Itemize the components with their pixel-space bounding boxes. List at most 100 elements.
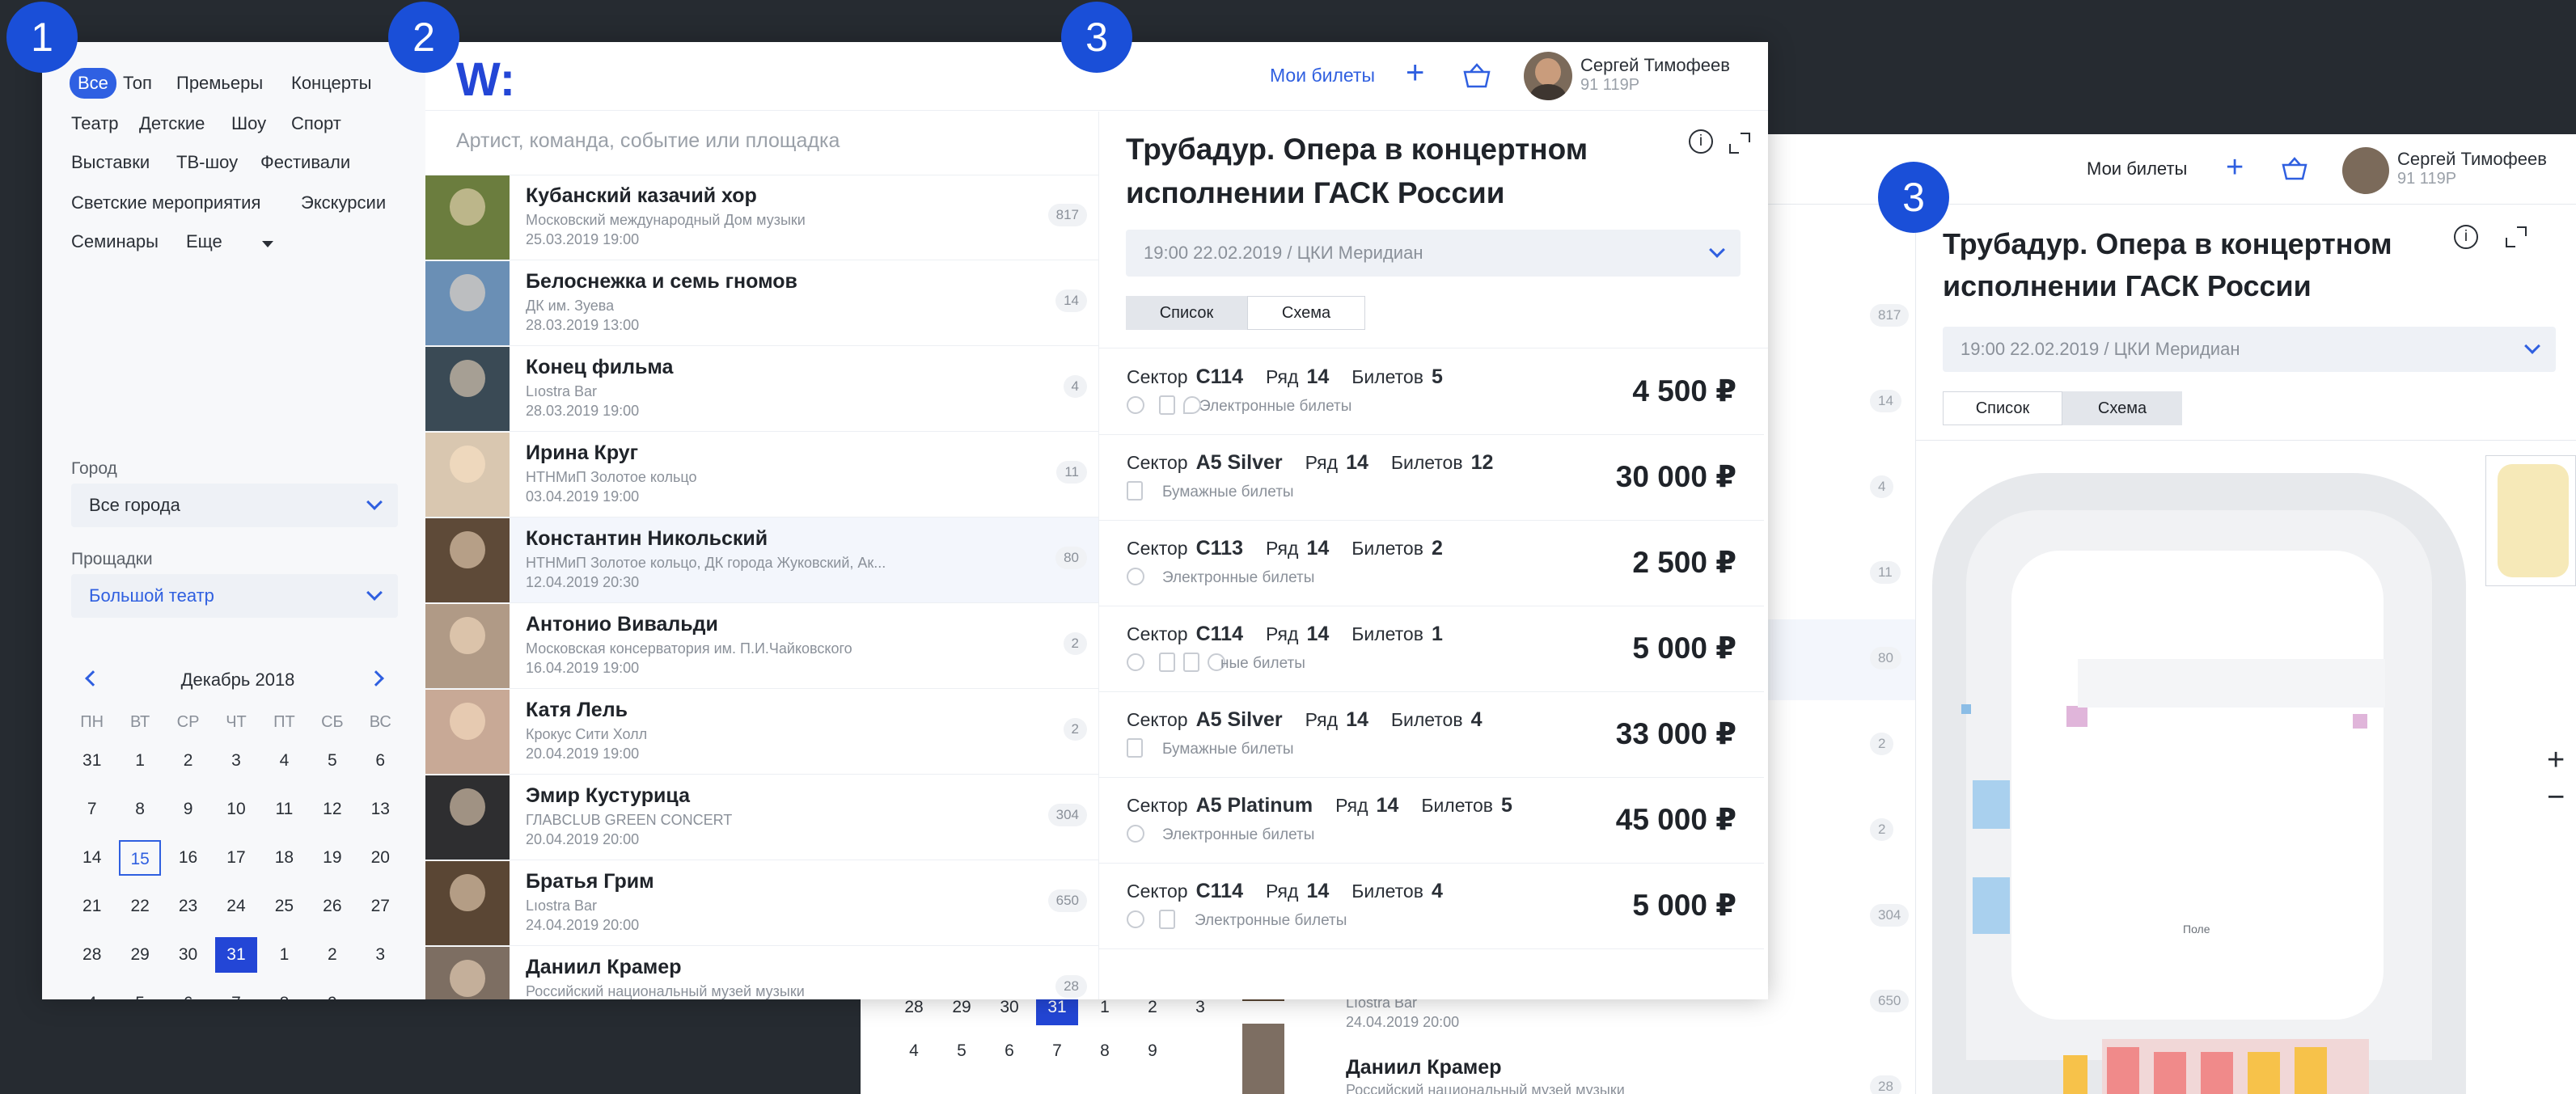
calendar-day[interactable]: 6 <box>988 1033 1030 1069</box>
calendar-day[interactable]: 31 <box>71 743 113 779</box>
event-list-item[interactable]: Константин Никольский НТНМиП Золотое коль… <box>425 517 1098 603</box>
event-list-item[interactable]: Катя Лель Крокус Сити Холл 20.04.2019 19:0… <box>425 689 1098 775</box>
category-3[interactable]: Концерты <box>291 73 371 94</box>
calendar-day[interactable]: 18 <box>263 840 305 876</box>
event-list-item[interactable]: Конец фильма Lıostra Bar 28.03.2019 19:00 4 <box>425 346 1098 432</box>
calendar-day[interactable]: 5 <box>119 986 161 999</box>
calendar-day[interactable]: 8 <box>263 986 305 999</box>
calendar-day[interactable]: 1 <box>263 937 305 973</box>
city-select[interactable]: Все города <box>71 484 398 527</box>
category-0[interactable]: Все <box>70 68 116 99</box>
calendar-day[interactable]: 17 <box>215 840 257 876</box>
category-5[interactable]: Детские <box>139 113 205 134</box>
calendar-day[interactable]: 22 <box>119 889 161 924</box>
category-6[interactable]: Шоу <box>231 113 266 134</box>
session-select[interactable]: 19:00 22.02.2019 / ЦКИ Меридиан <box>1943 327 2556 372</box>
calendar-day[interactable]: 27 <box>359 889 401 924</box>
category-1[interactable]: Топ <box>123 73 152 94</box>
tab-scheme[interactable]: Схема <box>2062 391 2182 425</box>
calendar-day[interactable]: 9 <box>167 792 209 827</box>
add-icon[interactable]: + <box>2226 152 2244 183</box>
my-tickets-link[interactable]: Мои билеты <box>1270 65 1375 87</box>
ticket-offer-row[interactable]: Сектор C114 Ряд 14 Билетов 5 Электронные билет… <box>1099 349 1764 435</box>
calendar-day[interactable]: 11 <box>263 792 305 827</box>
calendar-day[interactable]: 4 <box>71 986 113 999</box>
category-13[interactable]: Семинары <box>71 231 159 252</box>
calendar-day[interactable]: 4 <box>893 1033 935 1069</box>
tab-scheme[interactable]: Схема <box>1247 296 1365 330</box>
ticket-offer-row[interactable]: Сектор C113 Ряд 14 Билетов 2 Электронные билет… <box>1099 521 1764 606</box>
calendar-day[interactable]: 14 <box>71 840 113 876</box>
calendar-day[interactable]: 13 <box>359 792 401 827</box>
calendar-day[interactable]: 4 <box>263 743 305 779</box>
search-input[interactable]: Артист, команда, событие или площадка <box>456 129 840 153</box>
tab-list[interactable]: Список <box>1943 391 2062 425</box>
category-8[interactable]: Выставки <box>71 152 150 173</box>
category-9[interactable]: ТВ-шоу <box>176 152 238 173</box>
event-list-item[interactable]: Белоснежка и семь гномов ДК им. Зуева 28.0… <box>425 260 1098 346</box>
calendar-day[interactable]: 15 <box>119 840 162 876</box>
calendar-day[interactable]: 25 <box>263 889 305 924</box>
calendar-day[interactable]: 3 <box>359 937 401 973</box>
expand-icon[interactable] <box>1729 133 1750 154</box>
ticket-offer-row[interactable]: Сектор A5 Silver Ряд 14 Билетов 12 Бумажные би… <box>1099 435 1764 521</box>
calendar-day[interactable]: 2 <box>311 937 353 973</box>
next-month-icon[interactable] <box>368 670 384 686</box>
info-icon[interactable]: i <box>1689 129 1713 154</box>
category-4[interactable]: Театр <box>71 113 119 134</box>
cart-icon[interactable] <box>1462 63 1491 89</box>
expand-icon[interactable] <box>2506 226 2527 247</box>
calendar-day[interactable]: 9 <box>1131 1033 1174 1069</box>
calendar-day[interactable]: 31 <box>214 937 257 973</box>
prev-month-icon[interactable] <box>85 670 101 686</box>
calendar-day[interactable]: 26 <box>311 889 353 924</box>
calendar-day[interactable]: 29 <box>119 937 161 973</box>
calendar-day[interactable]: 7 <box>71 792 113 827</box>
calendar-day[interactable]: 12 <box>311 792 353 827</box>
session-select[interactable]: 19:00 22.02.2019 / ЦКИ Меридиан <box>1126 230 1741 277</box>
avatar[interactable] <box>1524 52 1572 100</box>
calendar-day[interactable]: 5 <box>941 1033 983 1069</box>
calendar-day[interactable]: 2 <box>167 743 209 779</box>
calendar-day[interactable]: 8 <box>1084 1033 1126 1069</box>
event-list-item[interactable]: Антонио Вивальди Московская консерватория… <box>425 603 1098 689</box>
info-icon[interactable]: i <box>2454 225 2478 249</box>
venue-select[interactable]: Большой театр <box>71 574 398 618</box>
add-icon[interactable]: + <box>1406 57 1424 89</box>
calendar-day[interactable]: 8 <box>119 792 161 827</box>
category-12[interactable]: Экскурсии <box>301 192 386 213</box>
my-tickets-link[interactable]: Мои билеты <box>2087 158 2187 180</box>
logo[interactable]: W: <box>456 55 521 103</box>
event-list-item[interactable]: Эмир Кустурица ГЛАВCLUB GREEN CONCERT 20.0… <box>425 775 1098 860</box>
calendar-day[interactable]: 3 <box>215 743 257 779</box>
calendar-day[interactable]: 20 <box>359 840 401 876</box>
category-2[interactable]: Премьеры <box>176 73 263 94</box>
category-10[interactable]: Фестивали <box>260 152 350 173</box>
zoom-out-icon[interactable]: − <box>2547 780 2565 815</box>
calendar-day[interactable] <box>359 986 401 999</box>
calendar-day[interactable]: 16 <box>167 840 209 876</box>
event-list-item[interactable]: Кубанский казачий хор Московский междунар… <box>425 175 1098 260</box>
minimap[interactable] <box>2485 455 2576 586</box>
calendar-day[interactable]: 19 <box>311 840 353 876</box>
calendar-day[interactable]: 30 <box>167 937 209 973</box>
calendar-day[interactable]: 6 <box>167 986 209 999</box>
calendar-day[interactable]: 6 <box>359 743 401 779</box>
ticket-offer-row[interactable]: Сектор C114 Ряд 14 Билетов 1 ные билеты 5 000 ₽ <box>1099 606 1764 692</box>
event-list-item[interactable]: Ирина Круг НТНМиП Золотое кольцо 03.04.201… <box>425 432 1098 517</box>
event-list-item[interactable]: Даниил Крамер Российский национальный муз… <box>425 946 1098 999</box>
calendar-day[interactable]: 10 <box>215 792 257 827</box>
category-14[interactable]: Еще <box>186 231 222 252</box>
cart-icon[interactable] <box>2281 157 2308 181</box>
category-11[interactable]: Светские мероприятия <box>71 192 260 213</box>
calendar-day[interactable]: 7 <box>1036 1033 1078 1069</box>
calendar-day[interactable]: 21 <box>71 889 113 924</box>
stadium-scheme[interactable]: Поле + − <box>1916 441 2576 1094</box>
ticket-offer-row[interactable]: Сектор C114 Ряд 14 Билетов 4 Электронные билет… <box>1099 864 1764 949</box>
calendar-day[interactable]: 23 <box>167 889 209 924</box>
calendar-day[interactable]: 28 <box>71 937 113 973</box>
calendar-day[interactable]: 24 <box>215 889 257 924</box>
calendar-day[interactable]: 1 <box>119 743 161 779</box>
tab-list[interactable]: Список <box>1126 296 1247 330</box>
category-7[interactable]: Спорт <box>291 113 341 134</box>
